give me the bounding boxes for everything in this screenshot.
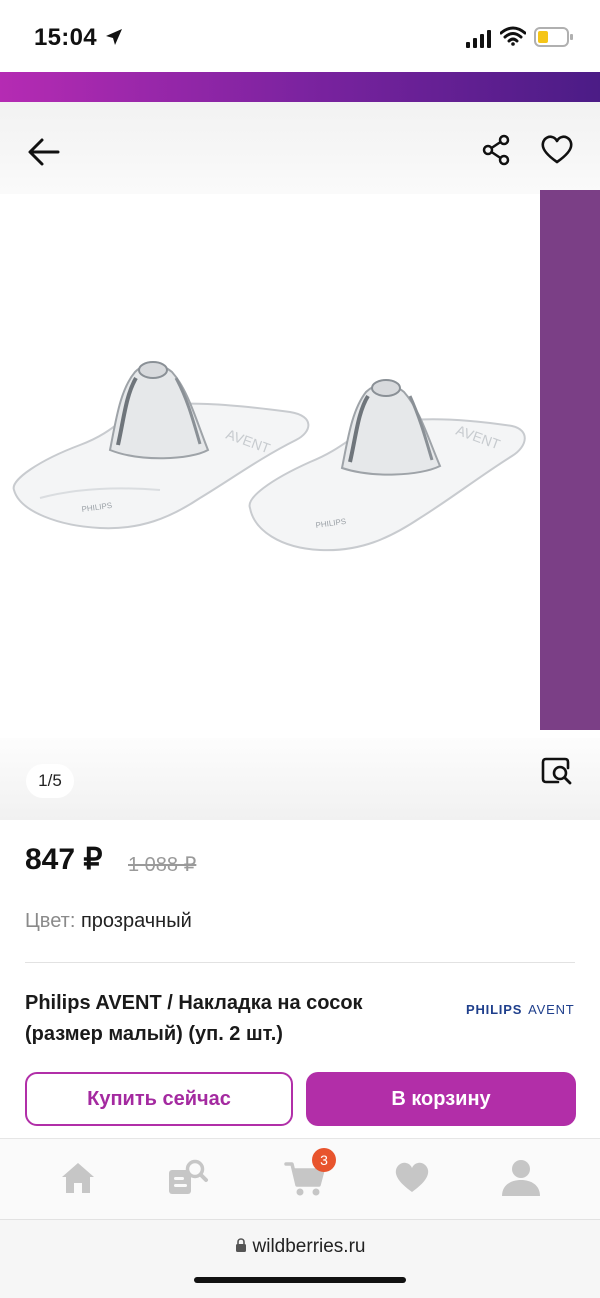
heart-icon: [395, 1162, 429, 1192]
profile-icon: [502, 1160, 540, 1196]
location-arrow-icon: [104, 27, 124, 52]
wifi-icon: [499, 26, 527, 51]
battery-icon: [534, 27, 574, 52]
old-price: 1 088 ₽: [128, 854, 197, 876]
back-arrow-icon: [28, 138, 60, 166]
catalog-search-icon: [169, 1159, 208, 1194]
brand-logo-philips: PHILIPS: [466, 1002, 523, 1017]
color-label: Цвет:: [25, 910, 76, 932]
favorite-button[interactable]: [536, 129, 578, 171]
home-icon: [62, 1163, 94, 1193]
nav-catalog[interactable]: [162, 1155, 212, 1201]
share-button[interactable]: [476, 130, 516, 170]
color-value: прозрачный: [80, 910, 192, 932]
cart-count-badge: 3: [312, 1148, 336, 1172]
browser-url-bar[interactable]: [0, 1219, 600, 1298]
heart-outline-icon: [541, 135, 573, 164]
buy-now-button[interactable]: Купить сейчас: [25, 1072, 293, 1126]
status-time: 15:04: [34, 24, 97, 51]
add-to-cart-button[interactable]: В корзину: [306, 1072, 576, 1126]
next-image-preview[interactable]: [540, 190, 600, 730]
visual-search-button[interactable]: [538, 754, 576, 790]
divider: [25, 962, 575, 963]
home-indicator: [194, 1277, 406, 1283]
product-title: Philips AVENT / Накладка на сосок (разме…: [25, 992, 363, 1045]
lock-icon: [235, 1238, 246, 1252]
color-row: Цвет: прозрачный: [25, 910, 192, 933]
brand-logo-avent: AVENT: [528, 1002, 575, 1017]
url-value: wildberries.ru: [252, 1236, 366, 1257]
nav-profile[interactable]: [496, 1155, 546, 1201]
cellular-signal-icon: [466, 30, 492, 53]
share-icon: [482, 134, 510, 166]
nav-favorites[interactable]: [387, 1155, 437, 1201]
url-text[interactable]: wildberries.ru: [0, 1236, 600, 1258]
gallery-counter: 1/5: [26, 764, 74, 798]
product-image: PHILIPS AVENT PHILIPS AVENT: [0, 340, 540, 570]
brand-logo[interactable]: PHILIPS AVENT: [466, 1002, 575, 1017]
image-search-icon: [541, 757, 572, 785]
gallery-footer: [0, 738, 600, 820]
brand-strip: [0, 72, 600, 102]
nav-home[interactable]: [53, 1155, 103, 1201]
back-button[interactable]: [24, 132, 64, 172]
current-price: 847 ₽: [25, 843, 103, 876]
